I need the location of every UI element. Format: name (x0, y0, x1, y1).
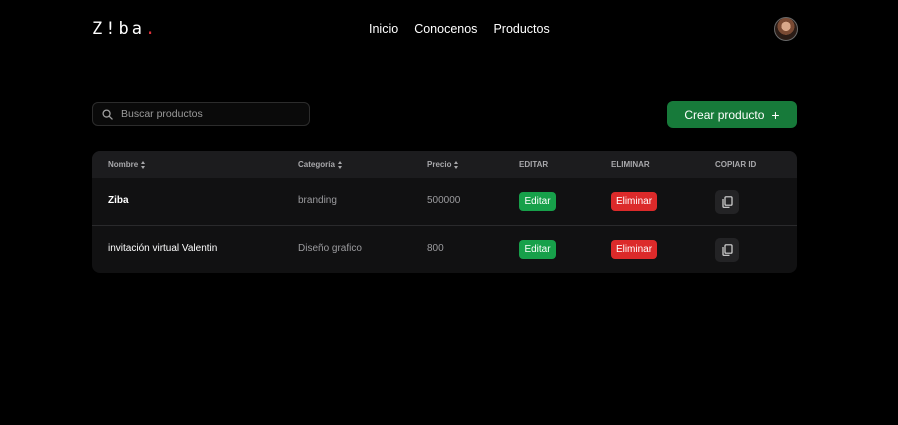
create-product-button[interactable]: Crear producto + (667, 101, 797, 128)
column-label: Nombre (108, 160, 139, 169)
column-header-nombre[interactable]: Nombre (108, 160, 146, 169)
copy-id-button[interactable] (715, 238, 739, 262)
column-label: Categoría (298, 160, 335, 169)
delete-button[interactable]: Eliminar (611, 240, 657, 259)
create-product-label: Crear producto (684, 107, 765, 122)
sort-icon (454, 160, 459, 169)
edit-button[interactable]: Editar (519, 192, 556, 211)
plus-icon: + (771, 106, 780, 123)
copy-id-button[interactable] (715, 190, 739, 214)
column-header-editar: EDITAR (519, 160, 548, 169)
table-header: Nombre Categoría Precio EDITAR ELIMINAR … (92, 151, 797, 178)
nav-link-inicio[interactable]: Inicio (369, 22, 398, 36)
column-header-precio[interactable]: Precio (427, 160, 459, 169)
logo-dot: . (144, 19, 159, 39)
column-header-categoria[interactable]: Categoría (298, 160, 343, 169)
product-category: Diseño grafico (298, 243, 362, 254)
column-header-copiar-id: COPIAR ID (715, 160, 756, 169)
copy-icon (721, 244, 733, 256)
header: Z!ba. Inicio Conocenos Productos (92, 14, 798, 46)
product-price: 800 (427, 243, 444, 254)
column-label: Precio (427, 160, 452, 169)
nav-link-conocenos[interactable]: Conocenos (414, 22, 477, 36)
search-box (92, 102, 310, 126)
copy-icon (721, 196, 733, 208)
product-price: 500000 (427, 195, 461, 206)
product-name: Ziba (108, 195, 129, 206)
nav-link-productos[interactable]: Productos (493, 22, 549, 36)
column-label: ELIMINAR (611, 160, 650, 169)
products-table: Nombre Categoría Precio EDITAR ELIMINAR … (92, 151, 797, 273)
logo-text: Z!ba (92, 19, 145, 39)
edit-button[interactable]: Editar (519, 240, 556, 259)
column-label: COPIAR ID (715, 160, 757, 169)
page: Z!ba. Inicio Conocenos Productos Crear p… (0, 0, 898, 425)
product-name: invitación virtual Valentin (108, 243, 218, 254)
table-row: Ziba branding 500000 Editar Eliminar (92, 178, 797, 226)
table-row: invitación virtual Valentin Diseño grafi… (92, 226, 797, 273)
delete-button[interactable]: Eliminar (611, 192, 657, 211)
search-icon (102, 108, 113, 120)
logo[interactable]: Z!ba. (92, 19, 158, 39)
avatar[interactable] (774, 17, 798, 41)
product-category: branding (298, 195, 337, 206)
column-header-eliminar: ELIMINAR (611, 160, 650, 169)
search-input[interactable] (119, 107, 293, 121)
column-label: EDITAR (519, 160, 549, 169)
sort-icon (337, 160, 343, 169)
main-nav: Inicio Conocenos Productos (369, 22, 550, 36)
sort-icon (141, 160, 146, 169)
